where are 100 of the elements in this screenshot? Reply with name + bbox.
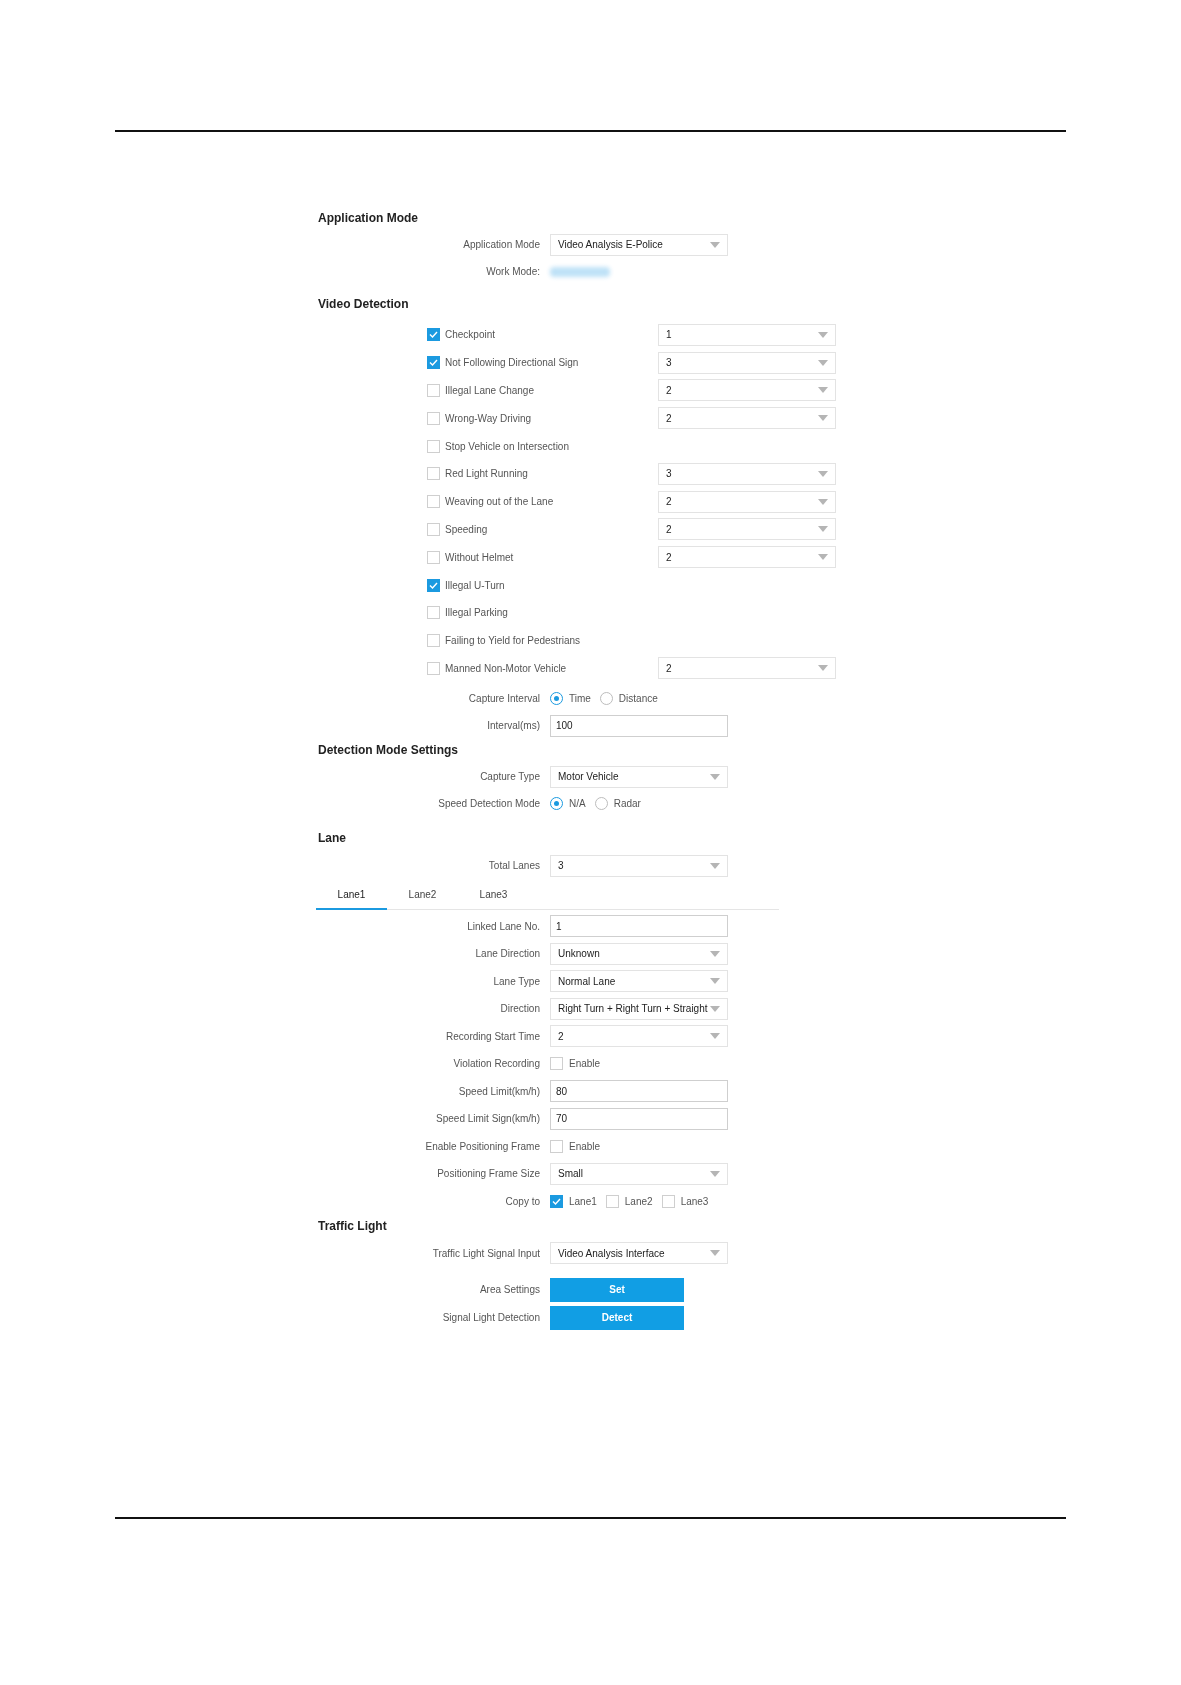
option-label: Lane2	[624, 1194, 653, 1209]
caret-icon	[818, 554, 828, 561]
field-label: Area Settings	[478, 1283, 540, 1298]
blurred-value	[550, 266, 610, 277]
dropdown[interactable]: 2	[658, 407, 836, 430]
caret-icon	[710, 1170, 720, 1177]
input-field[interactable]: 80	[550, 1080, 728, 1103]
option-label: Failing to Yield for Pedestrians	[445, 634, 581, 649]
caret-icon	[710, 773, 720, 780]
checkbox[interactable]	[427, 495, 440, 509]
option-label: Lane3	[680, 1194, 709, 1209]
caret-icon	[710, 241, 720, 248]
dropdown[interactable]: Video Analysis E-Police	[550, 233, 728, 256]
field-label: Speed Limit(km/h)	[457, 1084, 540, 1099]
caret-icon	[818, 498, 828, 505]
checkbox[interactable]	[427, 328, 440, 342]
tab[interactable]: Lane1	[316, 879, 387, 911]
field-label: Copy to	[504, 1194, 540, 1209]
field-label: Recording Start Time	[445, 1029, 540, 1044]
checkbox[interactable]	[427, 606, 440, 620]
caret-icon	[710, 1005, 720, 1012]
option-label: Illegal U-Turn	[445, 578, 505, 593]
input-field[interactable]: 70	[550, 1107, 728, 1130]
option-label: Without Helmet	[445, 550, 514, 565]
field-label: Speed Limit Sign(km/h)	[435, 1112, 540, 1127]
caret-icon	[818, 331, 828, 338]
dropdown[interactable]: Small	[550, 1162, 728, 1185]
tab[interactable]: Lane3	[458, 879, 529, 911]
dropdown[interactable]: Right Turn + Right Turn + Straight	[550, 997, 728, 1020]
dropdown[interactable]: 2	[658, 490, 836, 513]
dropdown[interactable]: 3	[658, 351, 836, 374]
field-label: Capture Type	[479, 770, 540, 785]
option-label: Illegal Lane Change	[445, 384, 534, 398]
checkbox[interactable]	[427, 550, 440, 564]
tab[interactable]: Lane2	[387, 879, 458, 911]
option-label: N/A	[569, 797, 586, 812]
option-label: Radar	[613, 797, 641, 812]
dropdown[interactable]: 2	[550, 1025, 728, 1048]
caret-icon	[818, 359, 828, 366]
field-label: Signal Light Detection	[441, 1311, 540, 1326]
input-field[interactable]: 1	[550, 915, 728, 938]
field-label: Direction	[499, 1002, 540, 1017]
section-heading: Detection Mode Settings	[318, 742, 459, 759]
checkbox[interactable]	[427, 439, 440, 453]
checkbox[interactable]	[661, 1194, 675, 1208]
option-label: Wrong-Way Driving	[445, 411, 532, 426]
field-label: Application Mode	[462, 238, 540, 252]
checkbox[interactable]	[427, 522, 440, 536]
checkbox[interactable]	[427, 384, 440, 397]
checkbox[interactable]	[427, 411, 440, 425]
dropdown[interactable]: Unknown	[550, 942, 728, 965]
section-heading: Application Mode	[318, 210, 419, 226]
caret-icon	[818, 526, 828, 533]
field-label: Work Mode:	[485, 265, 540, 279]
checkbox[interactable]	[427, 356, 440, 370]
checkbox[interactable]	[605, 1194, 619, 1208]
caret-icon	[710, 950, 720, 957]
option-label: Enable	[569, 1057, 601, 1072]
dropdown[interactable]: Motor Vehicle	[550, 765, 728, 788]
checkbox[interactable]	[427, 661, 440, 675]
caret-icon	[710, 978, 720, 985]
dropdown[interactable]: 3	[550, 854, 728, 877]
caret-icon	[710, 862, 720, 869]
dropdown[interactable]: 1	[658, 323, 836, 346]
dropdown[interactable]: 2	[658, 657, 836, 680]
option-label: Stop Vehicle on Intersection	[445, 439, 569, 454]
caret-icon	[818, 415, 828, 422]
input-field[interactable]: 100	[550, 714, 728, 737]
caret-icon	[818, 470, 828, 477]
option-label: Distance	[618, 692, 658, 707]
section-heading: Traffic Light	[318, 1217, 388, 1234]
section-heading: Video Detection	[318, 296, 410, 312]
dropdown[interactable]: 2	[658, 546, 836, 569]
field-label: Total Lanes	[487, 859, 540, 874]
option-label: Checkpoint	[445, 328, 496, 343]
checkbox[interactable]	[550, 1194, 563, 1208]
dropdown[interactable]: Video Analysis Interface	[550, 1242, 728, 1265]
field-label: Speed Detection Mode	[437, 797, 540, 812]
option-label: Weaving out of the Lane	[445, 495, 554, 510]
field-label: Violation Recording	[452, 1057, 540, 1072]
caret-icon	[818, 665, 828, 672]
field-label: Lane Type	[492, 974, 540, 989]
option-label: Not Following Directional Sign	[445, 356, 579, 371]
dropdown[interactable]: 2	[658, 518, 836, 541]
caret-icon	[710, 1250, 720, 1257]
option-label: Speeding	[445, 522, 488, 537]
checkbox[interactable]	[550, 1057, 563, 1071]
caret-icon	[710, 1033, 720, 1040]
checkbox[interactable]	[550, 1139, 563, 1153]
caret-icon	[818, 387, 828, 394]
option-label: Lane1	[569, 1194, 597, 1209]
option-label: Manned Non-Motor Vehicle	[445, 661, 567, 676]
dropdown[interactable]: 2	[658, 379, 836, 402]
dropdown[interactable]: Normal Lane	[550, 970, 728, 993]
checkbox[interactable]	[427, 578, 440, 592]
option-label: Enable	[569, 1139, 601, 1154]
checkbox[interactable]	[427, 634, 440, 648]
checkbox[interactable]	[427, 467, 440, 481]
field-label: Positioning Frame Size	[436, 1167, 540, 1182]
dropdown[interactable]: 3	[658, 462, 836, 485]
